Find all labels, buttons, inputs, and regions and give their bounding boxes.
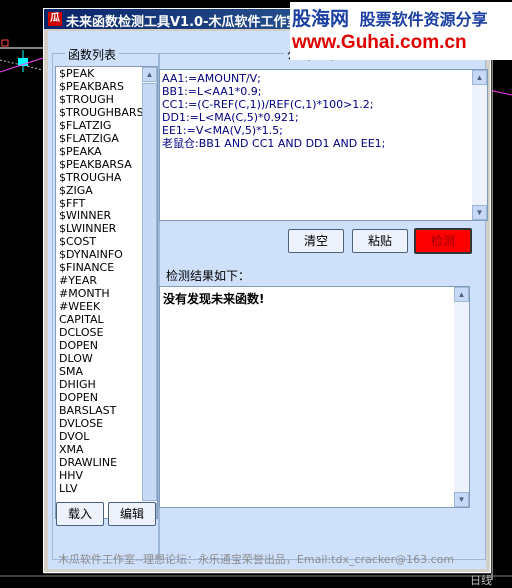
watermark-line1: 股海网 股票软件资源分享 — [292, 4, 488, 31]
chart-period-label: 日线 — [470, 574, 492, 587]
detect-button[interactable]: 检测 — [414, 228, 472, 254]
function-list-label: 函数列表 — [65, 46, 120, 63]
site-watermark: 股海网 股票软件资源分享 www.Guhai.com.cn — [290, 2, 512, 60]
window-client-area: 函数列表 $PEAK $PEAKBARS $TROUGH $TROUGHBARS $FL… — [48, 31, 488, 569]
edit-button[interactable]: 编辑 — [108, 502, 156, 526]
function-list-scrollbar[interactable]: ▲ ▼ — [142, 67, 157, 518]
clear-button[interactable]: 清空 — [288, 229, 344, 253]
scroll-up-icon[interactable]: ▲ — [454, 287, 469, 302]
scroll-down-icon[interactable]: ▼ — [472, 205, 487, 220]
footer-credits: 木瓜软件工作室--理想论坛：永乐通宝荣誉出品，Email:tdx_cracker… — [58, 553, 455, 566]
formula-code: AA1:=AMOUNT/V; BB1:=L<AA1*0.9; CC1:=(C-REF… — [160, 70, 487, 150]
watermark-brand: 股海网 — [292, 8, 350, 30]
scroll-up-icon[interactable]: ▲ — [472, 70, 487, 85]
formula-line: AA1:=AMOUNT/V; — [162, 72, 261, 85]
result-output[interactable]: 没有发现未来函数! ▲ ▼ — [159, 286, 470, 508]
result-text: 没有发现未来函数! — [163, 292, 265, 306]
app-icon: 瓜 — [48, 12, 62, 26]
detector-window: 瓜 未来函数检测工具V1.0-木瓜软件工作室 函数列表 $PEAK $PEAKBA… — [43, 8, 491, 573]
formula-line: 老鼠仓:BB1 AND CC1 AND DD1 AND EE1; — [162, 137, 386, 150]
function-listbox[interactable]: $PEAK $PEAKBARS $TROUGH $TROUGHBARS $FLATZIG… — [55, 66, 158, 519]
result-scrollbar[interactable]: ▲ ▼ — [454, 287, 469, 507]
formula-line: EE1:=V<MA(V,5)*1.5; — [162, 124, 283, 137]
scroll-up-icon[interactable]: ▲ — [142, 67, 157, 82]
formula-editor[interactable]: AA1:=AMOUNT/V; BB1:=L<AA1*0.9; CC1:=(C-REF… — [159, 69, 488, 221]
paste-button[interactable]: 粘贴 — [352, 229, 408, 253]
formula-line: CC1:=(C-REF(C,1))/REF(C,1)*100>1.2; — [162, 98, 374, 111]
formula-line: DD1:=L<MA(C,5)*0.921; — [162, 111, 299, 124]
formula-scrollbar[interactable]: ▲ ▼ — [472, 70, 487, 220]
window-title: 未来函数检测工具V1.0-木瓜软件工作室 — [66, 15, 300, 30]
scroll-thumb[interactable] — [142, 83, 157, 501]
watermark-url: www.Guhai.com.cn — [292, 32, 467, 53]
formula-line: BB1:=L<AA1*0.9; — [162, 85, 262, 98]
result-label: 检测结果如下： — [166, 269, 251, 283]
watermark-tagline: 股票软件资源分享 — [359, 10, 488, 29]
load-button[interactable]: 载入 — [56, 502, 104, 526]
scroll-down-icon[interactable]: ▼ — [454, 492, 469, 507]
